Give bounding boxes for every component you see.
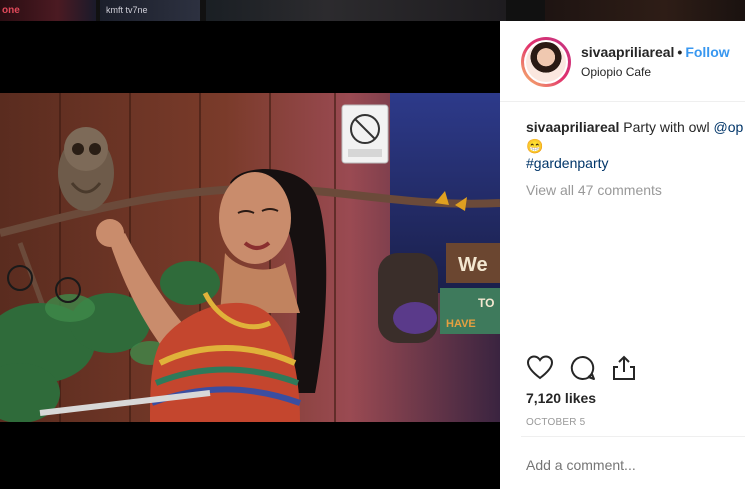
background-logo-text: one (2, 5, 20, 16)
caption-emoji: 😁 (526, 138, 544, 154)
avatar-ring (524, 40, 568, 84)
location-link[interactable]: Opiopio Cafe (581, 65, 651, 79)
background-page-strip: one kmft tv7ne (0, 0, 745, 21)
share-icon[interactable] (610, 354, 638, 382)
avatar[interactable] (521, 37, 571, 87)
avatar-image (526, 42, 566, 82)
post-side-panel: sivaapriliareal • Follow Opiopio Cafe siva… (500, 21, 745, 489)
divider (521, 436, 745, 437)
caption-mention[interactable]: @op (714, 119, 744, 135)
hashtag-link[interactable]: #gardenparty (526, 155, 609, 171)
post-header: sivaapriliareal • Follow Opiopio Cafe (500, 21, 745, 102)
username-link[interactable]: sivaapriliareal (581, 44, 674, 60)
post-photo-illustration: We TO HAVE (0, 93, 500, 422)
sign-text-to: TO (478, 296, 494, 310)
view-all-comments-link[interactable]: View all 47 comments (526, 182, 662, 198)
username-row: sivaapriliareal • Follow (581, 44, 730, 60)
action-bar (526, 354, 736, 382)
background-thumbnail (206, 0, 506, 21)
caption-username[interactable]: sivaapriliareal (526, 119, 619, 135)
background-thumbnail (545, 0, 745, 21)
background-thumbnail: one (0, 0, 96, 21)
likes-count[interactable]: 7,120 likes (526, 390, 596, 406)
caption: sivaapriliareal Party with owl @op (526, 118, 745, 137)
post-date[interactable]: OCTOBER 5 (526, 417, 585, 428)
heart-icon[interactable] (526, 354, 554, 382)
background-channel-text: kmft tv7ne (106, 5, 148, 15)
add-comment-input[interactable] (526, 457, 736, 473)
sign-text-have: HAVE (446, 318, 476, 330)
separator-dot: • (677, 44, 683, 60)
comment-icon[interactable] (569, 354, 597, 382)
sign-text-we: We (458, 254, 488, 276)
background-thumbnail: kmft tv7ne (100, 0, 200, 21)
follow-button[interactable]: Follow (685, 44, 729, 60)
post-photo: We TO HAVE (0, 93, 500, 422)
caption-text: Party with owl (623, 119, 710, 135)
